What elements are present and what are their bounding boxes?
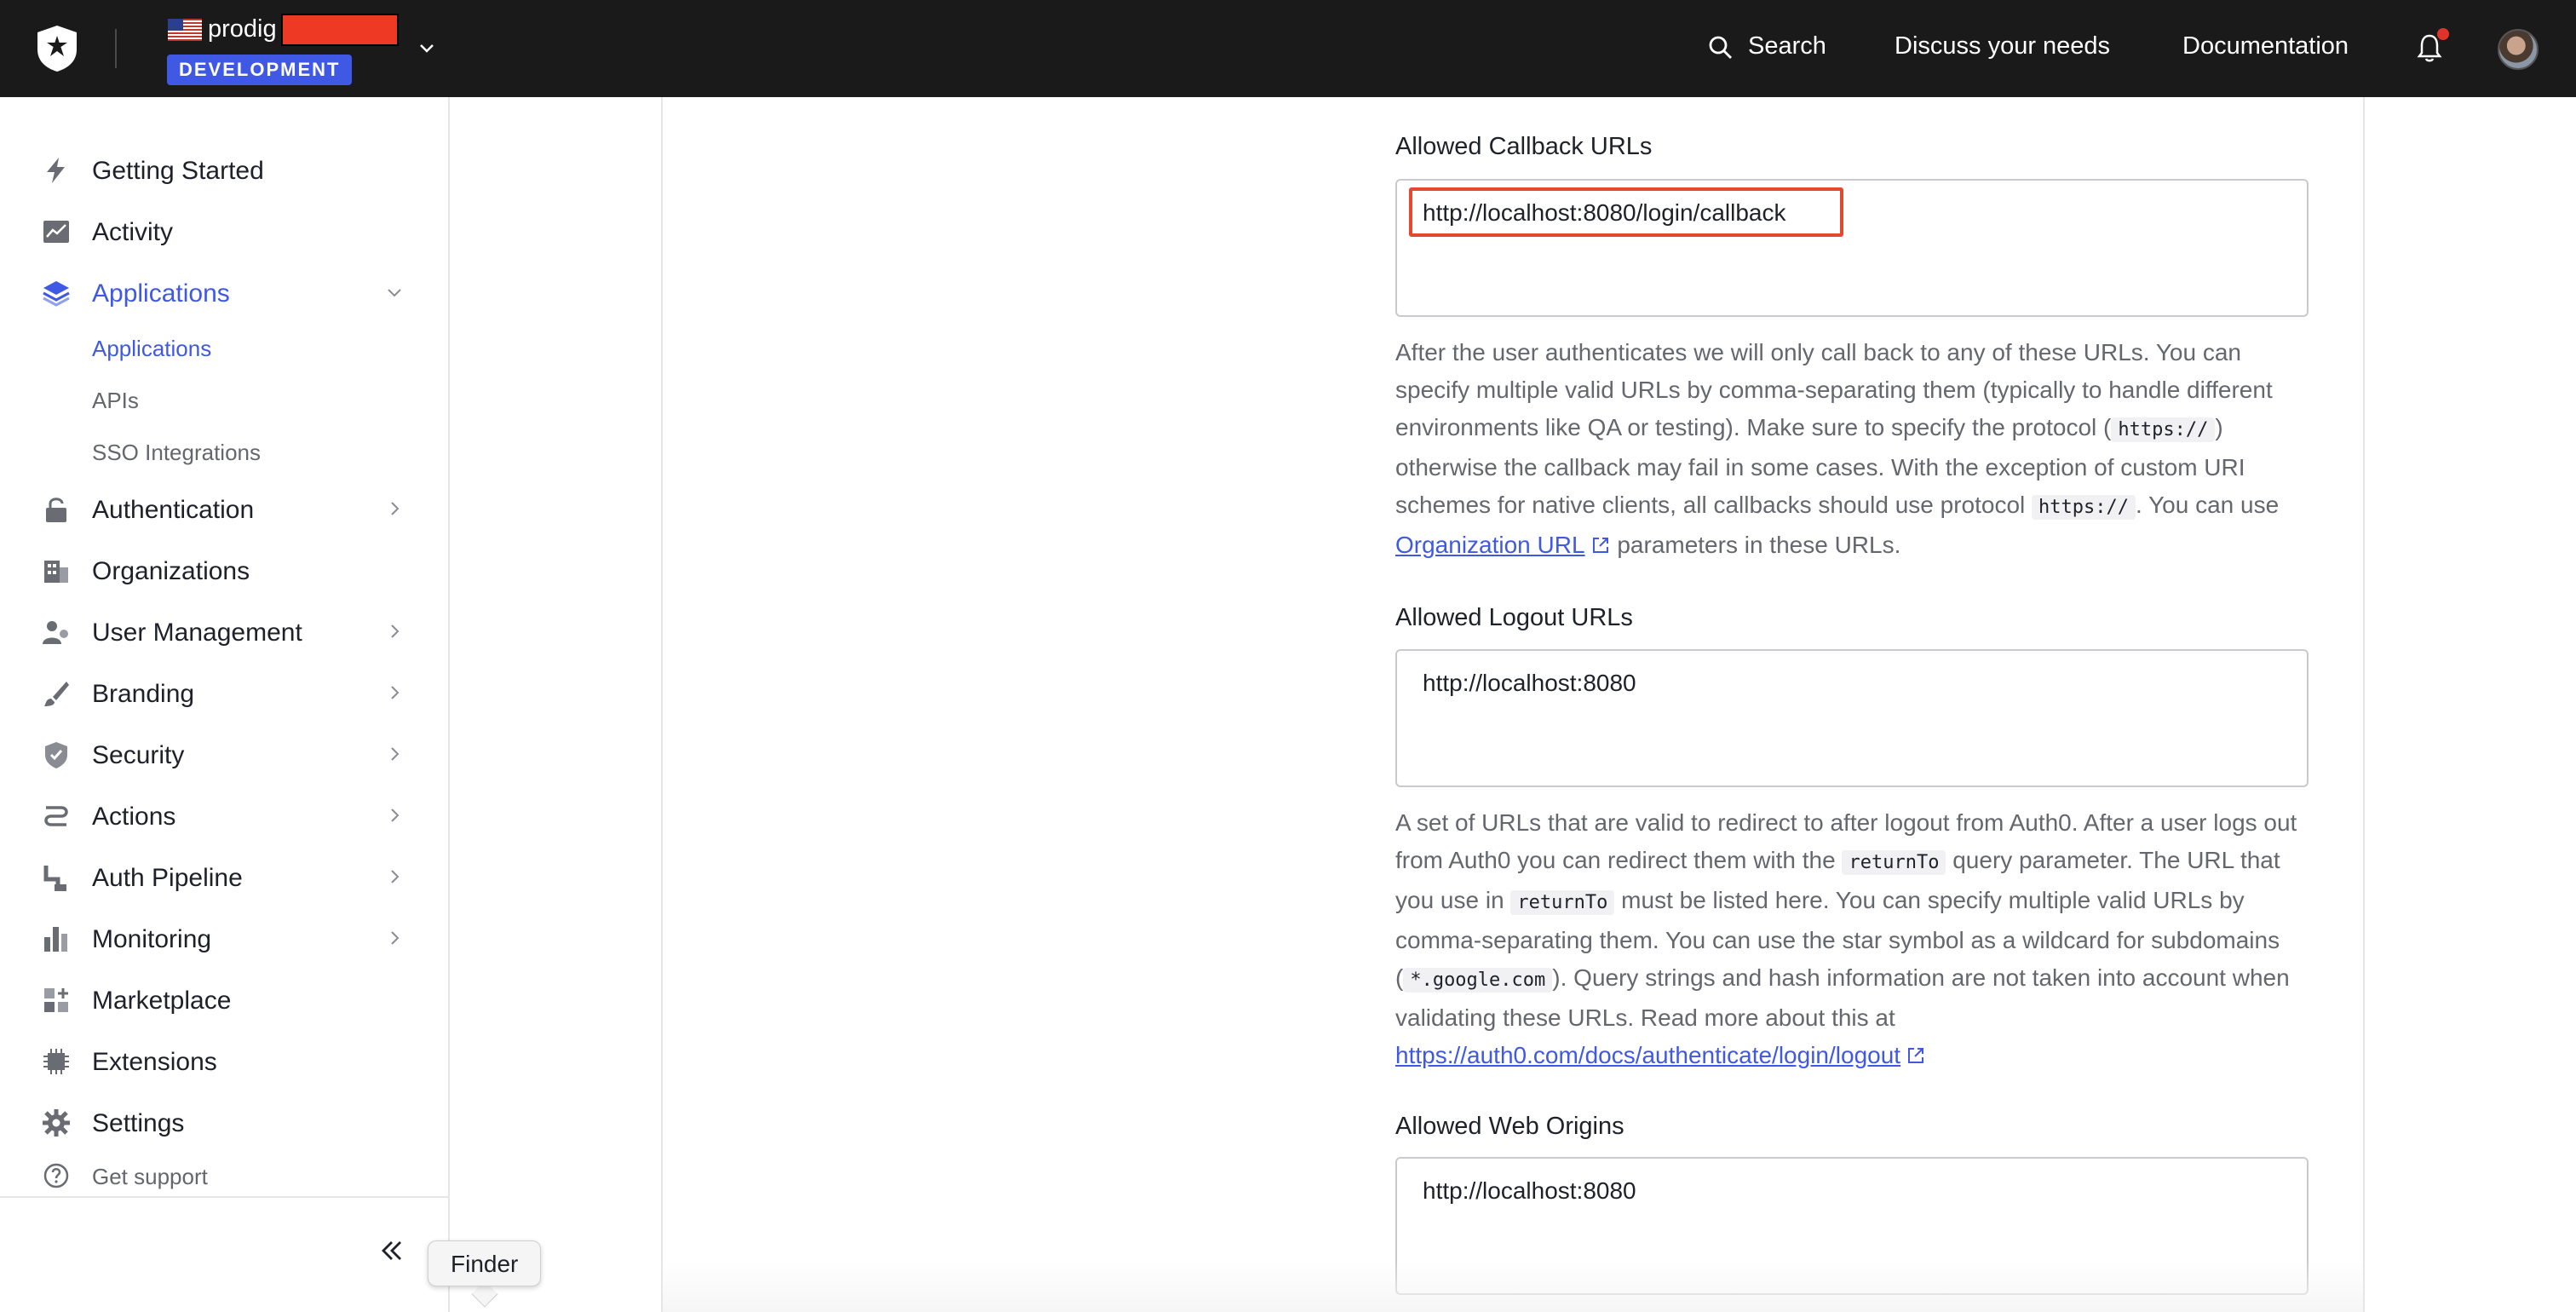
lock-icon (46, 498, 66, 522)
activity-chart-icon (43, 221, 69, 243)
content-border-left (661, 97, 663, 1312)
us-flag-icon (168, 19, 202, 41)
callback-urls-help: After the user authenticates we will onl… (1395, 334, 2315, 564)
notification-dot (2437, 28, 2449, 40)
sidebar-item-security[interactable]: Security (0, 729, 450, 777)
header-divider (115, 29, 117, 68)
organization-url-link[interactable]: Organization URL (1395, 532, 1585, 558)
sidebar-item-label: Extensions (92, 1048, 217, 1076)
sidebar-subitem-sso-integrations[interactable]: SSO Integrations (92, 440, 261, 466)
collapse-sidebar-icon[interactable] (377, 1235, 407, 1266)
sidebar-item-user-management[interactable]: User Management (0, 607, 450, 654)
web-origins-label: Allowed Web Origins (1395, 1113, 1624, 1140)
chevron-down-icon[interactable] (417, 37, 437, 58)
tenant-name[interactable]: prodig (208, 15, 277, 43)
chevron-right-icon[interactable] (385, 745, 404, 763)
sidebar-item-label: Auth Pipeline (92, 864, 243, 892)
sidebar-item-applications[interactable]: Applications (0, 268, 450, 315)
sidebar-divider (0, 1196, 448, 1198)
sidebar-item-extensions[interactable]: Extensions (0, 1036, 450, 1084)
chevron-right-icon[interactable] (385, 806, 404, 825)
logout-docs-link[interactable]: https://auth0.com/docs/authenticate/logi… (1395, 1042, 1900, 1068)
returnto-code: returnTo (1510, 890, 1615, 915)
auth0-logo-icon[interactable] (34, 24, 80, 73)
sidebar-item-actions[interactable]: Actions (0, 791, 450, 838)
help-text: parameters in these URLs. (1617, 532, 1901, 558)
logout-urls-value: http://localhost:8080 (1423, 670, 1636, 696)
content-border-right (2363, 97, 2365, 1312)
sidebar-item-marketplace[interactable]: Marketplace (0, 975, 450, 1022)
returnto-code: returnTo (1842, 850, 1946, 875)
sidebar-item-label: Authentication (92, 496, 255, 524)
chevron-right-icon[interactable] (385, 622, 404, 641)
protocol-code: https:// (2032, 495, 2136, 520)
help-text: . You can use (2136, 492, 2280, 518)
search-icon[interactable] (1707, 34, 1734, 61)
sidebar-item-label: Applications (92, 279, 230, 308)
sidebar-item-label: Settings (92, 1109, 185, 1137)
logout-urls-textarea[interactable]: http://localhost:8080 (1395, 649, 2309, 787)
chevron-right-icon[interactable] (385, 683, 404, 702)
sidebar-item-settings[interactable]: Settings (0, 1097, 450, 1145)
flow-icon (44, 806, 68, 826)
sidebar-item-label: Actions (92, 803, 176, 831)
callback-urls-label: Allowed Callback URLs (1395, 133, 1653, 160)
building-icon (44, 561, 68, 583)
sidebar-item-get-support[interactable]: Get support (0, 1154, 450, 1201)
bar-chart-icon (44, 927, 67, 952)
chip-icon (43, 1049, 69, 1074)
sidebar-item-authentication[interactable]: Authentication (0, 484, 450, 532)
sidebar-item-label: User Management (92, 619, 302, 647)
search-link[interactable]: Search (1748, 32, 1826, 60)
sidebar: Getting Started Activity Applications Ap… (0, 97, 450, 1312)
sidebar-item-label: Monitoring (92, 925, 212, 953)
brush-icon (44, 682, 69, 706)
environment-badge: DEVELOPMENT (167, 55, 353, 85)
sidebar-subitem-apis[interactable]: APIs (92, 388, 139, 414)
users-icon (43, 621, 68, 644)
chevron-right-icon[interactable] (385, 929, 404, 947)
callback-highlight-box (1409, 187, 1843, 237)
web-origins-value: http://localhost:8080 (1423, 1177, 1636, 1204)
sidebar-item-label: Getting Started (92, 157, 264, 185)
sidebar-item-activity[interactable]: Activity (0, 206, 450, 254)
chevron-right-icon[interactable] (385, 499, 404, 518)
sidebar-item-label: Security (92, 741, 185, 769)
logout-urls-help: A set of URLs that are valid to redirect… (1395, 804, 2315, 1074)
grid-plus-icon (44, 988, 68, 1012)
redacted-overlay (281, 14, 399, 46)
sidebar-subitem-applications[interactable]: Applications (92, 336, 211, 362)
discuss-needs-link[interactable]: Discuss your needs (1895, 32, 2110, 60)
gear-icon (43, 1109, 70, 1136)
documentation-link[interactable]: Documentation (2182, 32, 2349, 60)
get-support-label: Get support (92, 1164, 208, 1189)
shield-icon (45, 742, 67, 768)
lightning-icon (47, 158, 65, 183)
top-bar: prodig DEVELOPMENT Search Discuss your n… (0, 0, 2576, 97)
sidebar-item-label: Activity (92, 218, 174, 246)
help-circle-icon (43, 1163, 69, 1188)
logout-urls-label: Allowed Logout URLs (1395, 604, 1633, 631)
protocol-code: https:// (2111, 417, 2216, 442)
pipeline-icon (43, 866, 66, 891)
layers-icon (43, 281, 70, 307)
sidebar-item-organizations[interactable]: Organizations (0, 545, 450, 593)
chevron-right-icon[interactable] (385, 867, 404, 886)
sidebar-item-auth-pipeline[interactable]: Auth Pipeline (0, 852, 450, 900)
chevron-down-icon[interactable] (385, 283, 404, 302)
sidebar-item-getting-started[interactable]: Getting Started (0, 145, 450, 193)
sidebar-item-monitoring[interactable]: Monitoring (0, 913, 450, 961)
sidebar-item-label: Marketplace (92, 987, 232, 1015)
sidebar-item-label: Branding (92, 680, 195, 708)
finder-tooltip: Finder (428, 1240, 542, 1286)
avatar[interactable] (2498, 29, 2539, 70)
sidebar-item-label: Organizations (92, 557, 250, 585)
sidebar-item-branding[interactable]: Branding (0, 668, 450, 716)
wildcard-code: *.google.com (1403, 968, 1553, 993)
external-link-icon[interactable] (1590, 535, 1611, 555)
external-link-icon[interactable] (1906, 1045, 1926, 1066)
bottom-fade (663, 1261, 2363, 1312)
